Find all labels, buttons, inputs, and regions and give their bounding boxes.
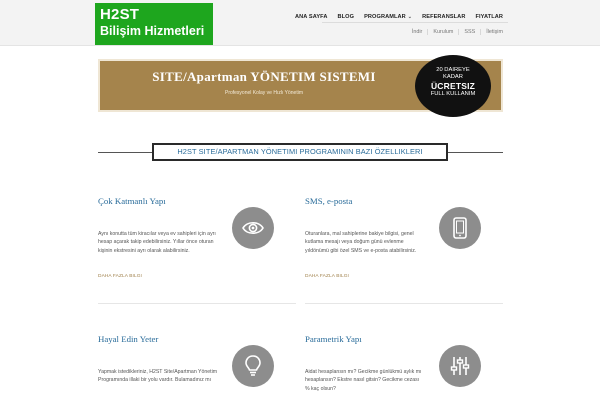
- sliders-icon: [439, 345, 481, 387]
- main-nav: ANA SAYFA BLOG PROGRAMLAR ⌄ REFERANSLAR …: [290, 14, 508, 20]
- chevron-down-icon: ⌄: [407, 14, 413, 20]
- nav-item-fiyatlar[interactable]: FIYATLAR: [470, 14, 508, 20]
- sub-nav: İndir Kurulum SSS İletişim: [407, 29, 508, 35]
- nav-item-referanslar[interactable]: REFERANSLAR: [417, 14, 470, 20]
- feature-title: Parametrik Yapı: [305, 334, 362, 344]
- nav-item-programlar-label: PROGRAMLAR: [364, 14, 406, 20]
- feature-cok-katmanli: Çok Katmanlı Yapı Aynı konutta tüm kirac…: [98, 196, 296, 304]
- feature-text: Aynı konutta tüm kiracılar veya ev sahip…: [98, 231, 216, 254]
- feature-sms-eposta: SMS, e-posta Oturanlara, mal sahiplerine…: [305, 196, 503, 304]
- nav-item-blog[interactable]: BLOG: [333, 14, 360, 20]
- more-info-link[interactable]: DAHA FAZLA BILGI: [98, 274, 142, 279]
- sub-nav-indir[interactable]: İndir: [407, 29, 428, 35]
- site-header: H2ST Bilişim Hizmetleri ANA SAYFA BLOG P…: [0, 0, 600, 46]
- nav-item-ana-sayfa[interactable]: ANA SAYFA: [290, 14, 333, 20]
- nav-item-programlar[interactable]: PROGRAMLAR ⌄: [359, 14, 417, 20]
- feature-divider: [305, 303, 503, 304]
- sub-nav-iletisim[interactable]: İletişim: [480, 29, 508, 35]
- lightbulb-icon: [232, 345, 274, 387]
- feature-text: Yapmak istedikleriniz, H2ST Site/Apartma…: [98, 369, 218, 384]
- feature-text: Oturanlara, mal sahiplerine bakiye bilgi…: [305, 231, 417, 254]
- banner-title: SITE/Apartman YÖNETIM SISTEMI: [152, 69, 376, 84]
- free-usage-badge: 20 DAIREYE KADAR ÜCRETSIZ FULL KULLANIM: [415, 55, 491, 117]
- eye-icon: [232, 207, 274, 249]
- logo-line2: Bilişim Hizmetleri: [100, 24, 205, 38]
- logo-line1: H2ST: [100, 6, 140, 23]
- badge-line4: FULL KULLANIM: [430, 91, 476, 97]
- feature-title: SMS, e-posta: [305, 196, 353, 206]
- section-heading: H2ST SITE/APARTMAN YÖNETIMI PROGRAMININ …: [152, 143, 448, 161]
- more-info-link[interactable]: DAHA FAZLA BILGI: [305, 274, 349, 279]
- banner-subtitle: Profesyonel Kolay ve Hızlı Yönetim: [224, 90, 303, 96]
- feature-parametrik: Parametrik Yapı Aidat hesaplansın mı? Ge…: [305, 334, 503, 392]
- nav-divider: [322, 22, 508, 23]
- tablet-icon: [439, 207, 481, 249]
- site-logo[interactable]: H2ST Bilişim Hizmetleri: [95, 3, 213, 45]
- feature-title: Çok Katmanlı Yapı: [98, 196, 166, 206]
- badge-line2: KADAR: [443, 74, 463, 80]
- sub-nav-sss[interactable]: SSS: [458, 29, 480, 35]
- feature-text: Aidat hesaplansın mı? Gecikme günlükmü a…: [305, 369, 422, 392]
- badge-line1: 20 DAIREYE: [436, 67, 470, 73]
- sub-nav-kurulum[interactable]: Kurulum: [427, 29, 458, 35]
- feature-divider: [98, 303, 296, 304]
- badge-line3: ÜCRETSIZ: [430, 81, 476, 91]
- feature-hayal-edin: Hayal Edin Yeter Yapmak istedikleriniz, …: [98, 334, 296, 387]
- feature-title: Hayal Edin Yeter: [98, 334, 159, 344]
